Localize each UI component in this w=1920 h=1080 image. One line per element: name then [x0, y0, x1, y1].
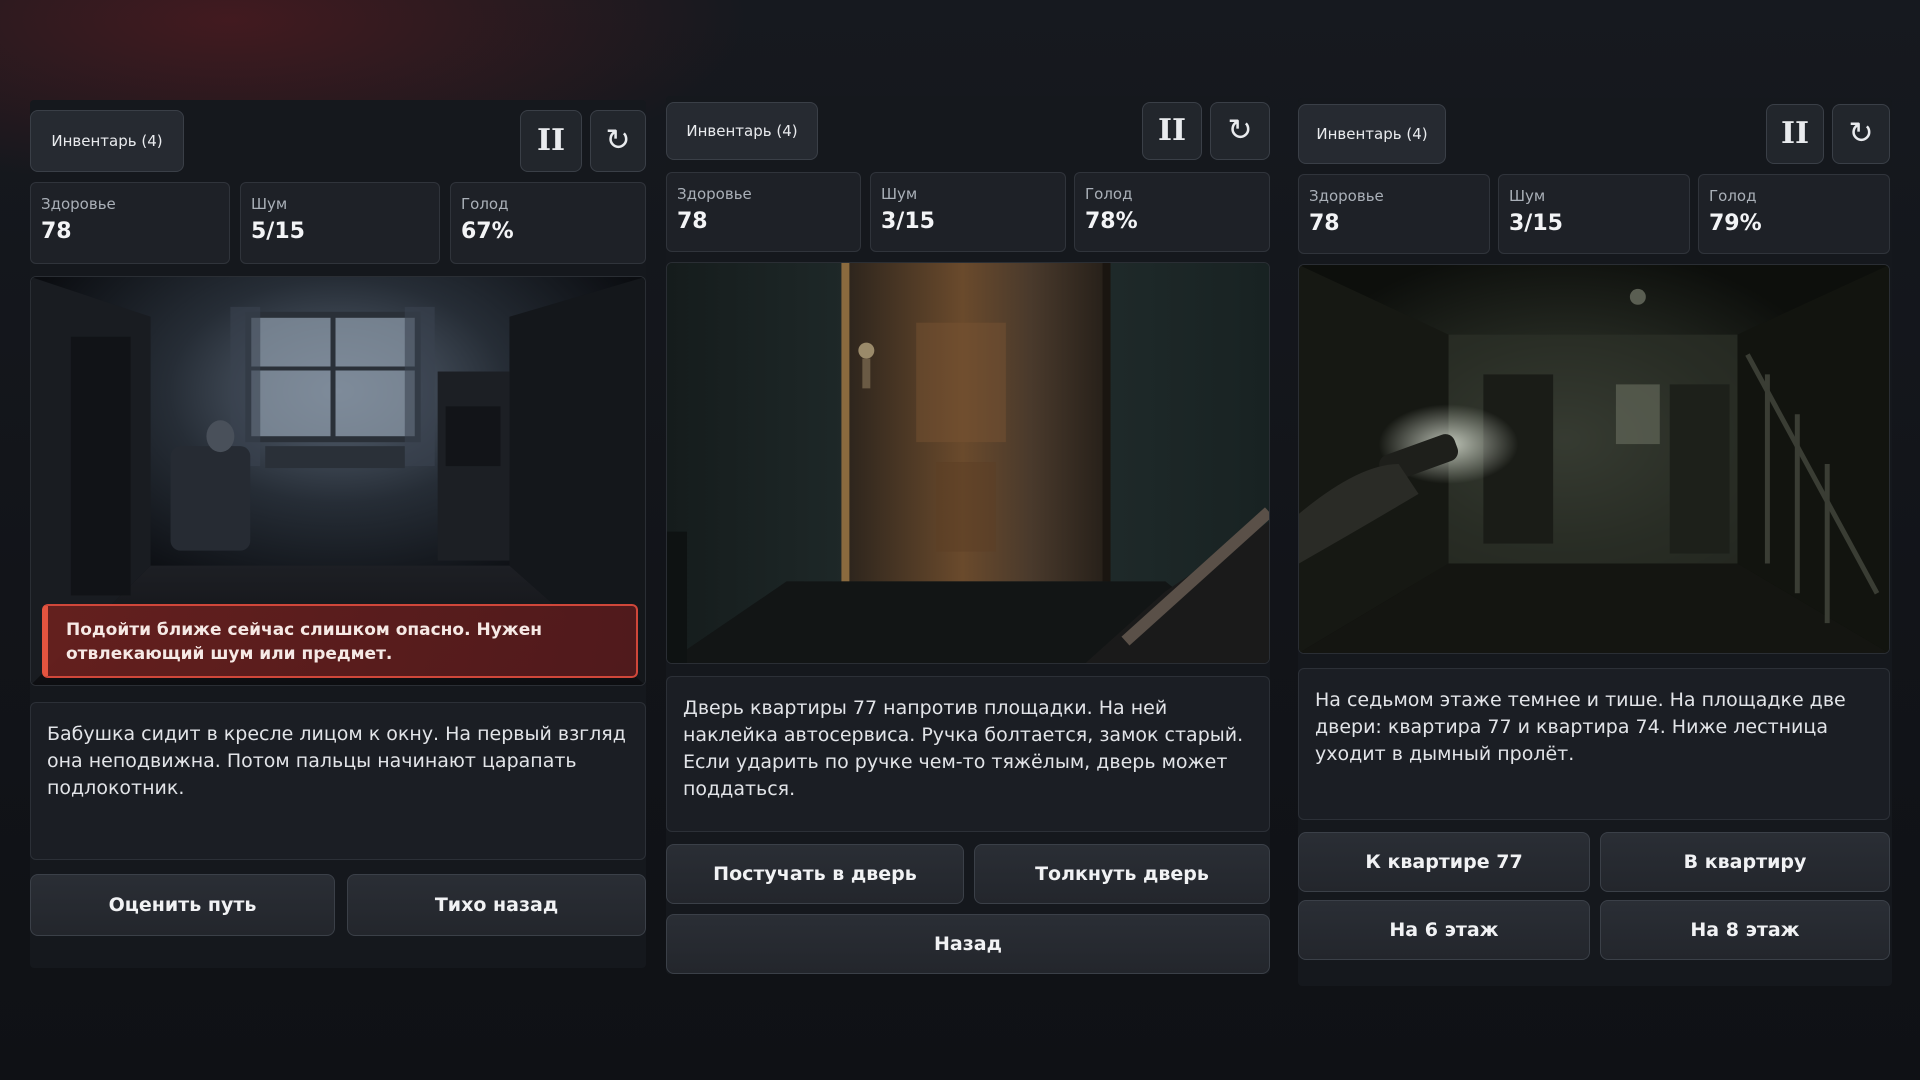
stat-hunger: Голод 67%: [450, 182, 646, 264]
action-button-push-door[interactable]: Толкнуть дверь: [974, 844, 1270, 904]
stat-value: 78: [1309, 211, 1340, 236]
restart-button[interactable]: ↻: [1832, 104, 1890, 164]
stat-label: Голод: [461, 195, 509, 213]
pause-button[interactable]: II: [1766, 104, 1824, 164]
scene-description: Дверь квартиры 77 напротив площадки. На …: [666, 676, 1270, 832]
scene-description: На седьмом этаже темнее и тише. На площа…: [1298, 668, 1890, 820]
pause-icon: II: [1780, 116, 1810, 151]
stat-label: Шум: [251, 195, 288, 213]
pause-icon: II: [1157, 113, 1187, 148]
stat-value: 78: [677, 209, 708, 234]
pause-button[interactable]: II: [520, 110, 582, 172]
game-panel-3: Инвентарь (4) II ↻ Здоровье 78 Шум 3/15 …: [1298, 98, 1892, 986]
pause-icon: II: [536, 123, 566, 158]
stat-health: Здоровье 78: [666, 172, 861, 252]
stat-value: 78: [41, 219, 72, 244]
stat-hunger: Голод 79%: [1698, 174, 1890, 254]
action-button-evaluate-path[interactable]: Оценить путь: [30, 874, 335, 936]
action-button-knock-door[interactable]: Постучать в дверь: [666, 844, 964, 904]
stat-noise: Шум 3/15: [870, 172, 1066, 252]
restart-button[interactable]: ↻: [1210, 102, 1270, 160]
restart-button[interactable]: ↻: [590, 110, 646, 172]
restart-icon: ↻: [605, 123, 631, 158]
stat-value: 79%: [1709, 211, 1762, 236]
stat-value: 3/15: [1509, 211, 1563, 236]
inventory-button[interactable]: Инвентарь (4): [30, 110, 184, 172]
pause-button[interactable]: II: [1142, 102, 1202, 160]
game-panel-1: Инвентарь (4) II ↻ Здоровье 78 Шум 5/15 …: [30, 100, 646, 968]
stat-health: Здоровье 78: [30, 182, 230, 264]
warning-message: Подойти ближе сейчас слишком опасно. Нуж…: [42, 604, 638, 678]
stat-label: Голод: [1709, 187, 1757, 205]
action-button-to-apartment-77[interactable]: К квартире 77: [1298, 832, 1590, 892]
scene-description: Бабушка сидит в кресле лицом к окну. На …: [30, 702, 646, 860]
stat-label: Здоровье: [41, 195, 116, 213]
restart-icon: ↻: [1227, 113, 1253, 148]
stat-noise: Шум 3/15: [1498, 174, 1690, 254]
scene-image-stairwell: [1298, 264, 1890, 654]
scene-image-apartment-door: [666, 262, 1270, 664]
stat-label: Шум: [1509, 187, 1546, 205]
stat-value: 3/15: [881, 209, 935, 234]
stat-health: Здоровье 78: [1298, 174, 1490, 254]
action-button-into-apartment[interactable]: В квартиру: [1600, 832, 1890, 892]
stat-value: 67%: [461, 219, 514, 244]
stat-value: 5/15: [251, 219, 305, 244]
action-button-back[interactable]: Назад: [666, 914, 1270, 974]
game-panel-2: Инвентарь (4) II ↻ Здоровье 78 Шум 3/15 …: [666, 96, 1270, 974]
restart-icon: ↻: [1848, 116, 1874, 151]
stat-value: 78%: [1085, 209, 1138, 234]
stat-label: Здоровье: [1309, 187, 1384, 205]
action-button-quietly-back[interactable]: Тихо назад: [347, 874, 646, 936]
stat-label: Здоровье: [677, 185, 752, 203]
action-button-to-floor-6[interactable]: На 6 этаж: [1298, 900, 1590, 960]
action-button-to-floor-8[interactable]: На 8 этаж: [1600, 900, 1890, 960]
stat-noise: Шум 5/15: [240, 182, 440, 264]
inventory-button[interactable]: Инвентарь (4): [1298, 104, 1446, 164]
stat-label: Голод: [1085, 185, 1133, 203]
stat-hunger: Голод 78%: [1074, 172, 1270, 252]
inventory-button[interactable]: Инвентарь (4): [666, 102, 818, 160]
stat-label: Шум: [881, 185, 918, 203]
